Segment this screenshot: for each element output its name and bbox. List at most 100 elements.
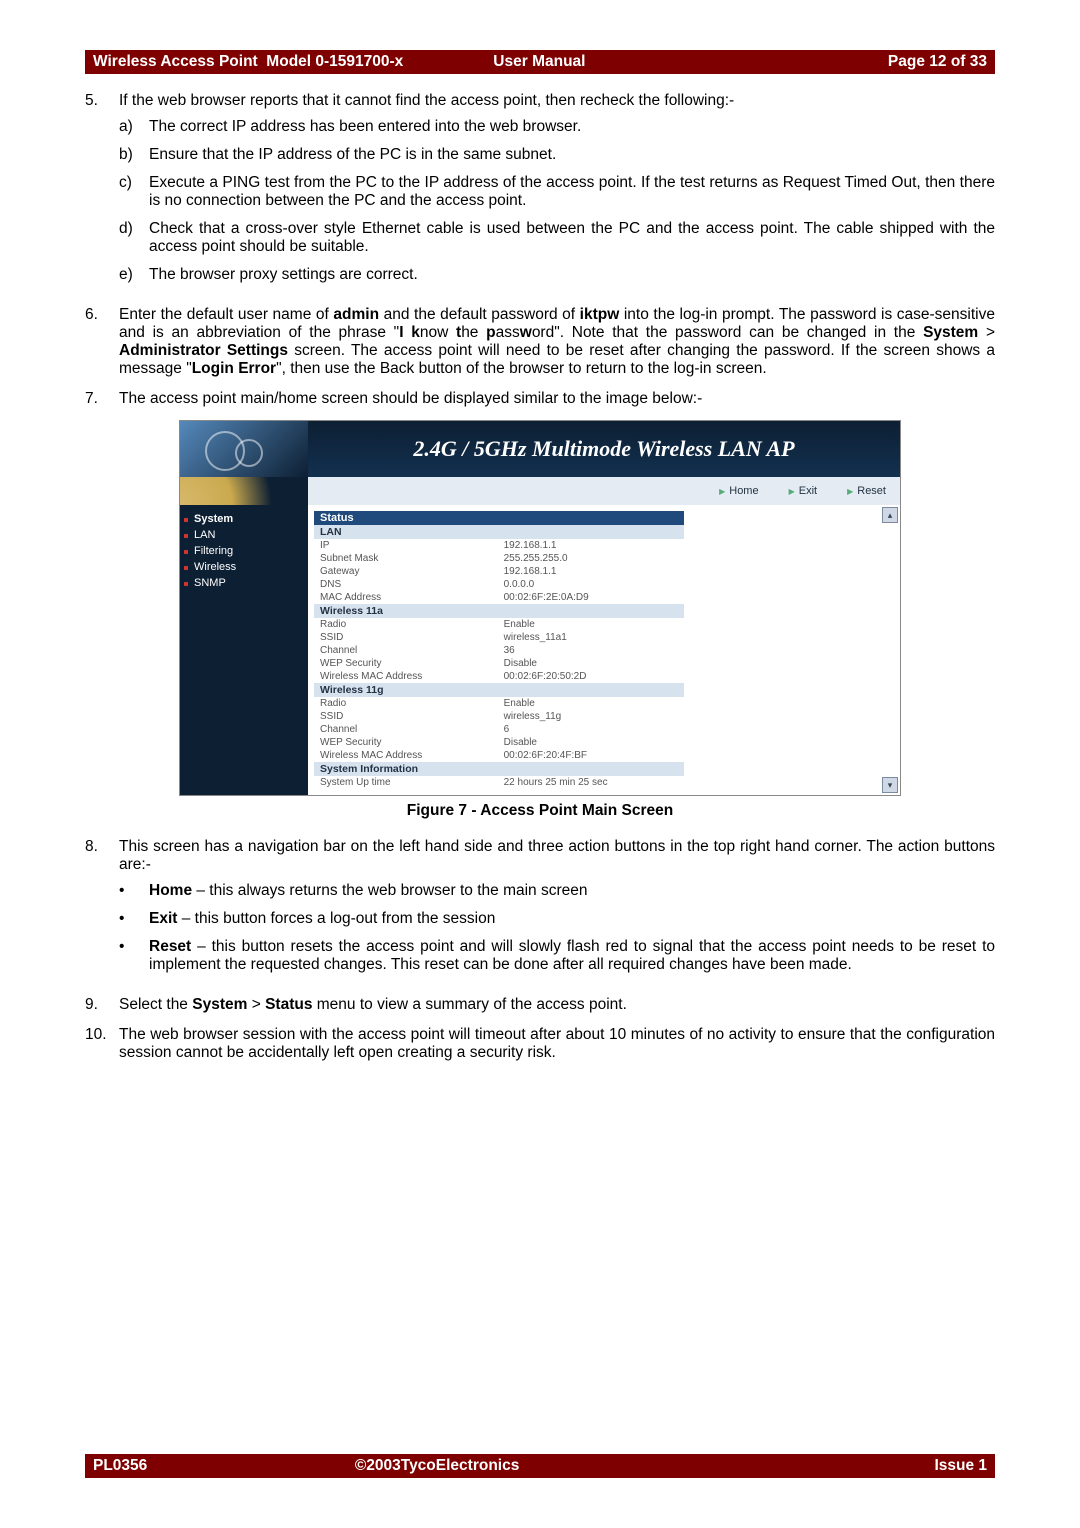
document-page: Wireless Access Point Model 0-1591700-x … xyxy=(0,0,1080,1528)
reset-button[interactable]: Reset xyxy=(847,485,886,497)
instruction-list-cont: 8. This screen has a navigation bar on t… xyxy=(85,838,995,1062)
w11a-radio-label: Radio xyxy=(314,618,498,631)
w11g-wep-label: WEP Security xyxy=(314,736,498,749)
sub-text: Ensure that the IP address of the PC is … xyxy=(149,146,556,164)
ap-title: 2.4G / 5GHz Multimode Wireless LAN AP xyxy=(308,436,900,462)
scrollbar-up-icon[interactable]: ▴ xyxy=(882,507,898,523)
ap-logo xyxy=(180,421,308,477)
step-5: 5. If the web browser reports that it ca… xyxy=(85,92,995,294)
sub-marker: c) xyxy=(119,174,149,210)
sub-list: a)The correct IP address has been entere… xyxy=(119,118,995,284)
w11g-wmac-label: Wireless MAC Address xyxy=(314,749,498,762)
lan-mac-value: 00:02:6F:2E:0A:D9 xyxy=(498,591,684,604)
sub-marker: d) xyxy=(119,220,149,256)
step-10: 10. The web browser session with the acc… xyxy=(85,1026,995,1062)
step-text: The access point main/home screen should… xyxy=(119,390,702,407)
sub-marker: a) xyxy=(119,118,149,136)
ap-swoosh-decor xyxy=(180,477,308,505)
w11a-wep-value: Disable xyxy=(498,657,684,670)
home-button[interactable]: Home xyxy=(719,485,759,497)
step-number: 10. xyxy=(85,1026,119,1062)
step-text: Enter the default user name of admin and… xyxy=(119,306,995,378)
w11a-channel-label: Channel xyxy=(314,644,498,657)
section-11a: Wireless 11a xyxy=(314,604,684,618)
header-mid: User Manual xyxy=(493,53,585,71)
sys-uptime-value: 22 hours 25 min 25 sec xyxy=(498,776,684,789)
step-number: 5. xyxy=(85,92,119,294)
step-number: 9. xyxy=(85,996,119,1014)
w11a-wmac-label: Wireless MAC Address xyxy=(314,670,498,683)
status-heading: Status xyxy=(314,511,684,525)
bullet-list: •Home – this always returns the web brow… xyxy=(119,882,995,974)
w11a-channel-value: 36 xyxy=(498,644,684,657)
lan-gateway-value: 192.168.1.1 xyxy=(498,565,684,578)
bullet-icon: • xyxy=(119,882,149,900)
sys-uptime-label: System Up time xyxy=(314,776,498,789)
sub-text: The correct IP address has been entered … xyxy=(149,118,581,136)
ap-content: ▴ ▾ Status LAN IP192.168.1.1 Subnet Mask… xyxy=(308,505,900,795)
step-7: 7. The access point main/home screen sho… xyxy=(85,390,995,408)
w11a-wep-label: WEP Security xyxy=(314,657,498,670)
w11g-radio-value: Enable xyxy=(498,697,684,710)
figure-7: 2.4G / 5GHz Multimode Wireless LAN AP Ho… xyxy=(85,420,995,820)
lan-subnet-label: Subnet Mask xyxy=(314,552,498,565)
w11g-wmac-value: 00:02:6F:20:4F:BF xyxy=(498,749,684,762)
step-number: 8. xyxy=(85,838,119,984)
footer-mid: ©2003TycoElectronics xyxy=(355,1457,520,1475)
bullet-text: Reset – this button resets the access po… xyxy=(149,938,995,974)
step-text: This screen has a navigation bar on the … xyxy=(119,838,995,873)
header-left: Wireless Access Point Model 0-1591700-x xyxy=(93,53,403,71)
w11g-radio-label: Radio xyxy=(314,697,498,710)
lan-mac-label: MAC Address xyxy=(314,591,498,604)
bullet-icon: • xyxy=(119,910,149,928)
header-right: Page 12 of 33 xyxy=(888,53,987,71)
w11a-radio-value: Enable xyxy=(498,618,684,631)
page-footer-bar: PL0356 ©2003TycoElectronics Issue 1 xyxy=(85,1454,995,1478)
sidebar-item-snmp[interactable]: SNMP xyxy=(180,575,308,591)
exit-button[interactable]: Exit xyxy=(789,485,818,497)
ap-action-bar: Home Exit Reset xyxy=(180,477,900,505)
sub-text: The browser proxy settings are correct. xyxy=(149,266,418,284)
lan-subnet-value: 255.255.255.0 xyxy=(498,552,684,565)
w11g-ssid-value: wireless_11g xyxy=(498,710,684,723)
lan-dns-value: 0.0.0.0 xyxy=(498,578,684,591)
step-text: The web browser session with the access … xyxy=(119,1026,995,1061)
sub-text: Check that a cross-over style Ethernet c… xyxy=(149,220,995,256)
lan-gateway-label: Gateway xyxy=(314,565,498,578)
footer-right: Issue 1 xyxy=(934,1457,987,1475)
section-sysinfo: System Information xyxy=(314,762,684,776)
footer-left: PL0356 xyxy=(93,1457,147,1475)
step-number: 6. xyxy=(85,306,119,378)
w11g-ssid-label: SSID xyxy=(314,710,498,723)
lan-ip-value: 192.168.1.1 xyxy=(498,539,684,552)
w11a-ssid-label: SSID xyxy=(314,631,498,644)
w11a-ssid-value: wireless_11a1 xyxy=(498,631,684,644)
sidebar-item-filtering[interactable]: Filtering xyxy=(180,543,308,559)
sidebar-item-lan[interactable]: LAN xyxy=(180,527,308,543)
w11g-channel-label: Channel xyxy=(314,723,498,736)
instruction-list: 5. If the web browser reports that it ca… xyxy=(85,92,995,408)
w11a-wmac-value: 00:02:6F:20:50:2D xyxy=(498,670,684,683)
step-text: Select the System > Status menu to view … xyxy=(119,996,995,1014)
bullet-text: Exit – this button forces a log-out from… xyxy=(149,910,495,928)
step-text: If the web browser reports that it canno… xyxy=(119,92,734,109)
sidebar-item-system[interactable]: System xyxy=(180,511,308,527)
lan-dns-label: DNS xyxy=(314,578,498,591)
section-11g: Wireless 11g xyxy=(314,683,684,697)
section-lan: LAN xyxy=(314,525,684,539)
w11g-wep-value: Disable xyxy=(498,736,684,749)
ap-main-screen: 2.4G / 5GHz Multimode Wireless LAN AP Ho… xyxy=(179,420,901,796)
ap-top-banner: 2.4G / 5GHz Multimode Wireless LAN AP xyxy=(180,421,900,477)
lan-ip-label: IP xyxy=(314,539,498,552)
bullet-text: Home – this always returns the web brows… xyxy=(149,882,588,900)
step-number: 7. xyxy=(85,390,119,408)
status-table: Status LAN IP192.168.1.1 Subnet Mask255.… xyxy=(314,511,684,789)
scrollbar-down-icon[interactable]: ▾ xyxy=(882,777,898,793)
step-6: 6. Enter the default user name of admin … xyxy=(85,306,995,378)
step-9: 9. Select the System > Status menu to vi… xyxy=(85,996,995,1014)
page-header-bar: Wireless Access Point Model 0-1591700-x … xyxy=(85,50,995,74)
sub-marker: b) xyxy=(119,146,149,164)
sidebar-item-wireless[interactable]: Wireless xyxy=(180,559,308,575)
w11g-channel-value: 6 xyxy=(498,723,684,736)
sub-text: Execute a PING test from the PC to the I… xyxy=(149,174,995,210)
